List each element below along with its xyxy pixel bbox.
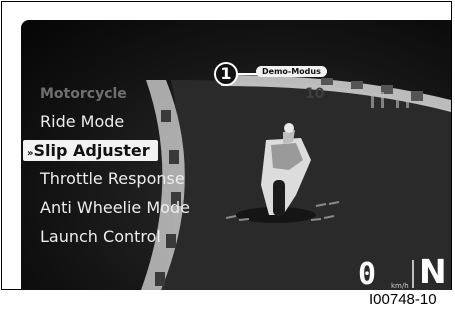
callout-leader-line [238,73,258,75]
demo-mode-badge: Demo-Modus [256,66,327,77]
speed-unit: km/h [391,282,409,290]
callout-marker: 1 [214,62,238,86]
menu-item-label: Slip Adjuster [33,141,150,160]
menu-item-launch-control[interactable]: Launch Control [40,227,161,246]
menu-item-throttle-response[interactable]: Throttle Response [40,169,185,188]
speed-value: 0 [358,257,377,290]
figure-frame: 10 1 Demo-Modus Motorcycle Ride Mode »Sl… [1,1,452,290]
menu-item-ride-mode[interactable]: Ride Mode [40,112,124,131]
menu-item-slip-adjuster[interactable]: »Slip Adjuster [23,140,158,161]
gear-divider [412,260,414,288]
menu-item-anti-wheelie-mode[interactable]: Anti Wheelie Mode [40,198,190,217]
faded-value: 10 [305,86,325,102]
gear-indicator: N [419,252,447,290]
menu-header: Motorcycle [40,86,127,102]
dashboard-screen: 10 1 Demo-Modus Motorcycle Ride Mode »Sl… [21,20,451,290]
figure-reference: I00748-10 [369,291,437,308]
